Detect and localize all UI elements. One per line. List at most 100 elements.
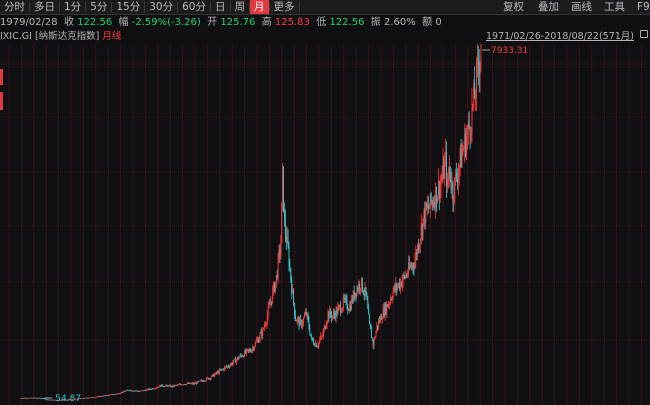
candle-body bbox=[108, 395, 110, 396]
candle-body bbox=[145, 390, 147, 392]
candle-body bbox=[285, 234, 287, 243]
candle-body bbox=[24, 397, 25, 399]
candle-body bbox=[360, 288, 361, 290]
candle-body bbox=[25, 397, 27, 399]
candle-body bbox=[355, 292, 357, 297]
candle-body bbox=[472, 103, 474, 105]
candle-body bbox=[188, 383, 189, 384]
candle-body bbox=[342, 297, 344, 308]
toolbar-button-4[interactable]: F9 bbox=[637, 0, 650, 14]
candle-body bbox=[283, 166, 285, 211]
candle-body bbox=[289, 266, 291, 269]
candle-body bbox=[357, 288, 359, 291]
candle-body bbox=[234, 358, 236, 360]
candle-body bbox=[129, 390, 131, 392]
candle-body bbox=[230, 363, 232, 366]
candle-body bbox=[82, 398, 84, 399]
candle-body bbox=[139, 391, 141, 393]
candle-body bbox=[268, 304, 270, 307]
candle-body bbox=[406, 274, 408, 276]
candle-body bbox=[303, 315, 305, 318]
candle-body bbox=[345, 298, 347, 299]
change-value: -2.59%(-3.26) bbox=[131, 17, 201, 28]
candle-body bbox=[192, 383, 194, 385]
candle-body bbox=[340, 305, 342, 313]
amplitude-value: 2.60% bbox=[383, 17, 416, 28]
period-tab-5[interactable]: 30分 bbox=[145, 0, 177, 14]
candle-body bbox=[46, 399, 48, 401]
candle-body bbox=[350, 305, 352, 310]
candle-body bbox=[293, 289, 294, 303]
candle-body bbox=[471, 103, 473, 133]
period-tab-8[interactable]: 周 bbox=[231, 0, 250, 14]
candle-body bbox=[359, 283, 361, 290]
candle-body bbox=[34, 397, 36, 399]
candle-body bbox=[389, 299, 391, 304]
candle-body bbox=[163, 386, 165, 388]
candle-body bbox=[274, 281, 276, 292]
candle-body bbox=[370, 323, 371, 329]
candle-body bbox=[351, 298, 352, 310]
candle-body bbox=[21, 397, 23, 399]
toolbar-button-3[interactable]: 工具 bbox=[604, 0, 625, 14]
candle-body bbox=[116, 393, 118, 395]
ohlc-info-bar: 1979/02/28 收 122.56 幅 -2.59%(-3.26) 开 12… bbox=[0, 15, 460, 30]
candle-body bbox=[274, 283, 275, 292]
candle-body bbox=[141, 390, 143, 392]
candle-body bbox=[237, 357, 239, 360]
period-tab-4[interactable]: 15分 bbox=[112, 0, 144, 14]
candle-body bbox=[375, 331, 377, 338]
candle-body bbox=[264, 324, 266, 326]
candle-body bbox=[377, 325, 379, 327]
candle-body bbox=[154, 388, 156, 390]
toolbar-button-0[interactable]: 复权 bbox=[503, 0, 524, 14]
candle-body bbox=[297, 318, 299, 320]
candle-body bbox=[269, 304, 271, 306]
candle-body bbox=[465, 133, 467, 156]
candle-body bbox=[478, 66, 480, 76]
period-tab-7[interactable]: 日 bbox=[211, 0, 230, 14]
candle-body bbox=[457, 172, 459, 183]
settings-lock-icon[interactable] bbox=[640, 30, 648, 38]
candle-body bbox=[425, 203, 427, 223]
candle-body bbox=[453, 200, 455, 203]
candle-body bbox=[371, 338, 373, 340]
candle-body bbox=[383, 308, 385, 316]
candle-body bbox=[314, 343, 316, 346]
candle-body bbox=[397, 285, 399, 289]
period-tab-0[interactable]: 分时 bbox=[0, 0, 29, 14]
candle-body bbox=[128, 390, 130, 391]
toolbar-button-2[interactable]: 画线 bbox=[571, 0, 592, 14]
axis-marker bbox=[0, 92, 3, 110]
toolbar-button-1[interactable]: 叠加 bbox=[538, 0, 559, 14]
candle-body bbox=[253, 347, 255, 350]
candle-body bbox=[233, 359, 235, 363]
period-tab-2[interactable]: 1分 bbox=[60, 0, 85, 14]
period-tab-1[interactable]: 多日 bbox=[30, 0, 59, 14]
period-tab-9[interactable]: 月 bbox=[250, 0, 269, 14]
candle-body bbox=[104, 395, 106, 397]
candle-body bbox=[48, 399, 50, 401]
candle-body bbox=[123, 391, 125, 392]
candle-body bbox=[185, 384, 187, 386]
candle-body bbox=[225, 366, 227, 368]
candle-body bbox=[435, 186, 437, 209]
candlestick-chart[interactable]: 7933.31 54.87 bbox=[0, 44, 650, 405]
candle-body bbox=[245, 349, 247, 354]
candle-body bbox=[37, 398, 39, 399]
candle-body bbox=[171, 385, 173, 387]
candle-body bbox=[24, 397, 26, 399]
high-label: 高 bbox=[261, 17, 272, 28]
period-tab-6[interactable]: 60分 bbox=[178, 0, 210, 14]
candle-body bbox=[391, 298, 393, 300]
period-tab-10[interactable]: 更多 bbox=[270, 0, 299, 14]
period-tab-3[interactable]: 5分 bbox=[86, 0, 111, 14]
candle-body bbox=[169, 385, 171, 387]
candle-body bbox=[462, 150, 464, 153]
candle-body bbox=[31, 397, 33, 399]
candle-body bbox=[201, 380, 203, 382]
amount-value: 0 bbox=[435, 17, 442, 28]
candle-body bbox=[451, 182, 453, 189]
toolbar-separator bbox=[298, 2, 300, 12]
candle-body bbox=[461, 152, 463, 168]
